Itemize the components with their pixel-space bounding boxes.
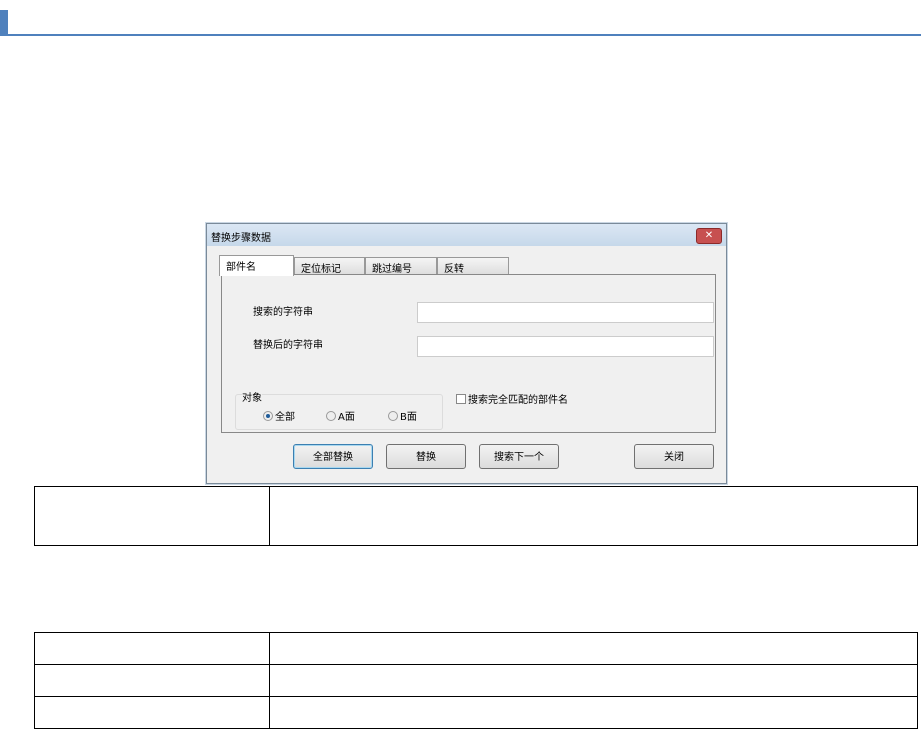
table-cell bbox=[269, 486, 918, 546]
radio-all[interactable]: 全部 bbox=[263, 408, 295, 423]
table-cell bbox=[34, 696, 270, 729]
table-row bbox=[34, 696, 918, 729]
replace-input[interactable] bbox=[417, 336, 714, 357]
tab-reverse[interactable]: 反转 bbox=[437, 257, 509, 275]
table-cell bbox=[269, 632, 918, 665]
tab-skip-number[interactable]: 跳过编号 bbox=[365, 257, 437, 275]
radio-b-side[interactable]: B面 bbox=[388, 408, 417, 423]
table-row bbox=[34, 632, 918, 665]
replace-label: 替换后的字符串 bbox=[253, 340, 323, 351]
radio-b-label: B面 bbox=[400, 412, 417, 423]
dialog-title: 替换步骤数据 bbox=[211, 233, 271, 244]
exact-match-checkbox[interactable]: 搜索完全匹配的部件名 bbox=[456, 391, 568, 406]
table-cell bbox=[34, 486, 270, 546]
section-header-bar bbox=[0, 10, 921, 36]
table-cell bbox=[34, 664, 270, 697]
table-cell bbox=[34, 632, 270, 665]
replace-step-data-dialog: 替换步骤数据 ✕ 部件名 定位标记 跳过编号 反转 搜索的字符串 替换后的字符串… bbox=[206, 223, 727, 484]
close-button[interactable]: 关闭 bbox=[634, 444, 714, 469]
description-table bbox=[34, 486, 918, 546]
radio-selected-icon bbox=[263, 410, 273, 421]
header-accent bbox=[0, 10, 8, 34]
tab-fiducial[interactable]: 定位标记 bbox=[294, 257, 365, 275]
table-row bbox=[34, 486, 918, 546]
tab-panel: 搜索的字符串 替换后的字符串 对象 全部 A面 B面 搜索完全匹配的部件名 bbox=[221, 274, 716, 433]
replace-button[interactable]: 替换 bbox=[386, 444, 466, 469]
search-next-button[interactable]: 搜索下一个 bbox=[479, 444, 559, 469]
exact-match-label: 搜索完全匹配的部件名 bbox=[468, 395, 568, 406]
radio-icon bbox=[326, 410, 336, 421]
search-input[interactable] bbox=[417, 302, 714, 323]
radio-a-side[interactable]: A面 bbox=[326, 408, 355, 423]
table-cell bbox=[269, 664, 918, 697]
radio-icon bbox=[388, 410, 398, 421]
close-icon[interactable]: ✕ bbox=[696, 228, 722, 244]
settings-table bbox=[34, 632, 918, 729]
radio-all-label: 全部 bbox=[275, 412, 295, 423]
title-bar: 替换步骤数据 ✕ bbox=[207, 224, 726, 246]
radio-a-label: A面 bbox=[338, 412, 355, 423]
target-group: 对象 全部 A面 B面 bbox=[235, 389, 443, 430]
tab-part-name[interactable]: 部件名 bbox=[219, 255, 294, 276]
search-label: 搜索的字符串 bbox=[253, 307, 313, 318]
replace-all-button[interactable]: 全部替换 bbox=[293, 444, 373, 469]
checkbox-icon bbox=[456, 393, 466, 404]
target-group-label: 对象 bbox=[242, 389, 262, 404]
table-cell bbox=[269, 696, 918, 729]
table-row bbox=[34, 664, 918, 697]
